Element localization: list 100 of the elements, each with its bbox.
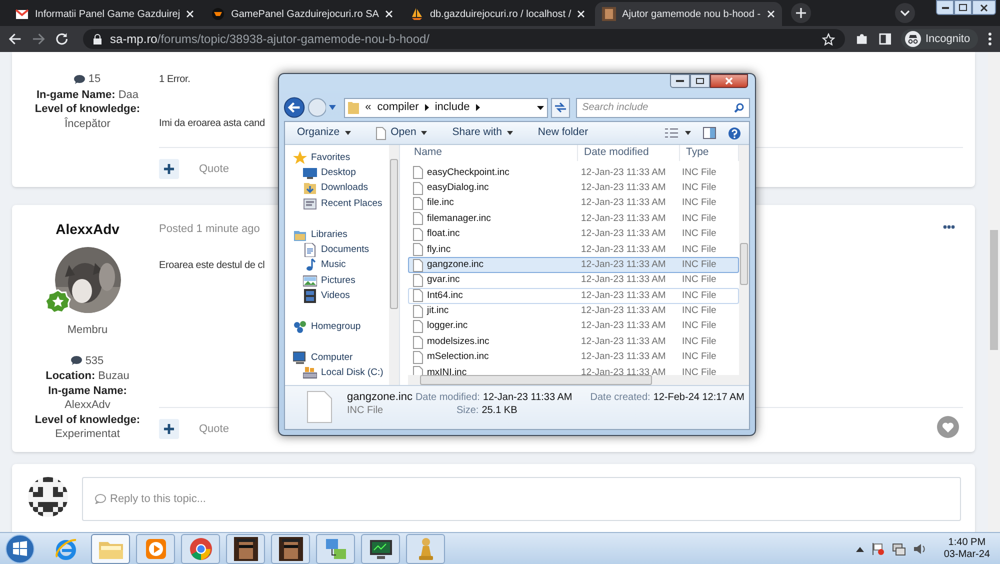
nav-item[interactable]: Desktop: [285, 165, 389, 181]
taskbar-button[interactable]: [361, 534, 400, 564]
file-row[interactable]: Int64.inc 12-Jan-23 11:33 AM INC File: [408, 288, 739, 304]
column-header[interactable]: Date modified: [578, 145, 680, 161]
file-row[interactable]: modelsizes.inc 12-Jan-23 11:33 AM INC File: [408, 334, 739, 350]
taskbar-button[interactable]: [226, 534, 265, 564]
field-value: Daa: [118, 88, 139, 100]
maximize-button[interactable]: [954, 0, 972, 15]
nav-item[interactable]: Videos: [285, 288, 389, 304]
extensions-icon[interactable]: [855, 32, 869, 46]
file-name: easyDialog.inc: [427, 180, 489, 195]
search-field[interactable]: Search include: [576, 98, 750, 118]
file-row[interactable]: mxINI.inc 12-Jan-23 11:33 AM INC File: [408, 365, 739, 375]
nav-item[interactable]: Homegroup: [285, 319, 389, 335]
bookmark-star-icon[interactable]: [822, 32, 836, 46]
quote-link[interactable]: Quote: [199, 420, 229, 438]
nav-item[interactable]: Music: [285, 258, 389, 274]
browser-tab[interactable]: Informatii Panel Game Gazduirej: [8, 2, 202, 26]
plus-button[interactable]: [159, 159, 179, 179]
field-label: Level of knowledge:: [34, 412, 140, 427]
close-icon[interactable]: [384, 10, 393, 18]
recent-pages-icon[interactable]: [329, 105, 336, 110]
side-panel-icon[interactable]: [878, 33, 892, 45]
breadcrumb[interactable]: compiler: [377, 99, 419, 116]
nav-item[interactable]: Libraries: [285, 226, 389, 242]
reload-icon[interactable]: [55, 32, 70, 46]
nav-item[interactable]: Computer: [285, 350, 389, 366]
toolbar-button[interactable]: Share with: [448, 123, 517, 143]
file-row[interactable]: jit.inc 12-Jan-23 11:33 AM INC File: [408, 304, 739, 319]
file-row[interactable]: gvar.inc 12-Jan-23 11:33 AM INC File: [408, 272, 739, 288]
nav-item[interactable]: Local Disk (C:): [285, 365, 389, 381]
toolbar-button[interactable]: Organize: [293, 123, 355, 143]
nav-item[interactable]: Documents: [285, 242, 389, 258]
file-type: INC File: [681, 212, 718, 226]
column-header[interactable]: Name: [408, 145, 578, 161]
close-icon[interactable]: [186, 10, 194, 18]
forward-icon[interactable]: [32, 32, 46, 46]
minimize-button[interactable]: [936, 0, 954, 15]
close-button[interactable]: [710, 74, 748, 88]
dropdown-icon[interactable]: [537, 106, 544, 110]
show-hidden-icons[interactable]: [856, 546, 864, 552]
file-type: INC File: [681, 273, 718, 288]
breadcrumb[interactable]: include: [434, 99, 470, 116]
toolbar-button[interactable]: New folder: [534, 123, 592, 143]
post-text: 1 Error.: [159, 73, 190, 87]
browser-tab[interactable]: GamePanel Gazduirejocuri.ro SA: [204, 2, 400, 26]
new-tab-icon[interactable]: [790, 3, 811, 23]
minimize-button[interactable]: [670, 74, 690, 88]
address-field[interactable]: « compiler include: [344, 98, 548, 118]
browser-tab[interactable]: db.gazduirejocuri.ro / localhost /: [402, 2, 592, 26]
network-status-icon[interactable]: [892, 542, 906, 556]
nav-item[interactable]: Favorites: [285, 150, 389, 166]
nav-item[interactable]: Downloads: [285, 180, 389, 196]
plus-button[interactable]: [159, 419, 179, 439]
file-row[interactable]: mSelection.inc 12-Jan-23 11:33 AM INC File: [408, 350, 739, 366]
maximize-icon: [696, 78, 704, 84]
back-icon[interactable]: [8, 32, 22, 46]
flag-icon[interactable]: [870, 542, 885, 556]
file-row[interactable]: easyDialog.inc 12-Jan-23 11:33 AM INC File: [408, 180, 739, 196]
file-row[interactable]: gangzone.inc 12-Jan-23 11:33 AM INC File: [408, 257, 739, 273]
folder-icon: [348, 101, 360, 114]
reply-field[interactable]: Reply to this topic...: [82, 477, 961, 521]
clock[interactable]: 1:40 PM 03-Mar-24: [944, 536, 990, 560]
profile-button[interactable]: Incognito: [901, 29, 978, 49]
file-date: 12-Jan-23 11:33 AM: [580, 334, 667, 349]
tab-search-icon[interactable]: [895, 3, 915, 23]
start-button[interactable]: [4, 532, 36, 564]
quote-link[interactable]: Quote: [199, 160, 229, 178]
breadcrumb-arrow-icon[interactable]: [424, 104, 429, 111]
file-row[interactable]: fly.inc 12-Jan-23 11:33 AM INC File: [408, 242, 739, 258]
close-icon[interactable]: [766, 10, 775, 18]
preview-pane-icon[interactable]: [703, 127, 716, 139]
nav-item[interactable]: Pictures: [285, 273, 389, 289]
taskbar-button[interactable]: [271, 534, 310, 564]
volume-icon[interactable]: [912, 542, 927, 556]
file-row[interactable]: float.inc 12-Jan-23 11:33 AM INC File: [408, 226, 739, 242]
file-row[interactable]: logger.inc 12-Jan-23 11:33 AM INC File: [408, 318, 739, 334]
author-name[interactable]: AlexxAdv: [56, 219, 120, 240]
toolbar-button[interactable]: Open: [372, 123, 432, 143]
file-icon: [413, 304, 423, 318]
help-icon[interactable]: [728, 126, 741, 140]
file-row[interactable]: filemanager.inc 12-Jan-23 11:33 AM INC File: [408, 211, 739, 227]
maximize-button[interactable]: [690, 74, 710, 88]
file-name: jit.inc: [427, 304, 449, 318]
view-options-icon[interactable]: [665, 128, 691, 138]
address-bar[interactable]: sa-mp.ro/forums/topic/38938-ajutor-gamemode-nou-b-hood/: [83, 29, 846, 49]
back-button[interactable]: [284, 97, 305, 118]
file-row[interactable]: easyCheckpoint.inc 12-Jan-23 11:33 AM INC File: [408, 165, 739, 180]
browser-tab[interactable]: Ajutor gamemode nou b-hood -: [595, 2, 782, 26]
close-icon[interactable]: [577, 10, 586, 18]
breadcrumb-arrow-icon[interactable]: [476, 104, 480, 111]
computer-icon: [293, 350, 307, 365]
nav-item[interactable]: Recent Places: [285, 196, 389, 212]
menu-icon[interactable]: [988, 32, 992, 46]
overflow-chevron[interactable]: «: [365, 99, 372, 116]
file-row[interactable]: file.inc 12-Jan-23 11:33 AM INC File: [408, 196, 739, 212]
like-button[interactable]: [937, 416, 959, 438]
refresh-button[interactable]: [551, 98, 570, 118]
close-button[interactable]: [972, 0, 996, 15]
more-options-icon[interactable]: [943, 225, 955, 229]
